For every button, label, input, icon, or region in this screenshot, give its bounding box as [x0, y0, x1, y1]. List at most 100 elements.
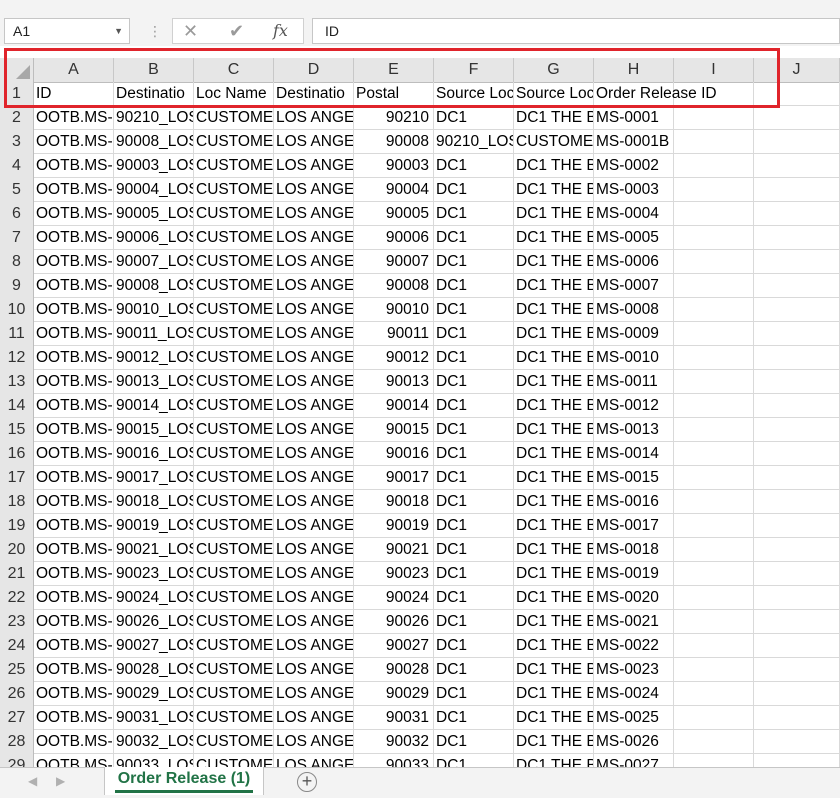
- cell-f23[interactable]: DC1: [434, 610, 514, 634]
- cell-f17[interactable]: DC1: [434, 466, 514, 490]
- cell-h14[interactable]: MS-0012: [594, 394, 674, 418]
- cell-b20[interactable]: 90021_LOS: [114, 538, 194, 562]
- cell-h9[interactable]: MS-0007: [594, 274, 674, 298]
- cell-f28[interactable]: DC1: [434, 730, 514, 754]
- cell-e5[interactable]: 90004: [354, 178, 434, 202]
- cell-h16[interactable]: MS-0014: [594, 442, 674, 466]
- cell-a19[interactable]: OOTB.MS-: [34, 514, 114, 538]
- cell-e26[interactable]: 90029: [354, 682, 434, 706]
- cell-f9[interactable]: DC1: [434, 274, 514, 298]
- cell-i10[interactable]: [674, 298, 754, 322]
- cell-j7[interactable]: [754, 226, 840, 250]
- cell-j27[interactable]: [754, 706, 840, 730]
- cell-b25[interactable]: 90028_LOS: [114, 658, 194, 682]
- check-icon[interactable]: ✔: [229, 21, 244, 41]
- cell-e24[interactable]: 90027: [354, 634, 434, 658]
- cell-e22[interactable]: 90024: [354, 586, 434, 610]
- cell-j3[interactable]: [754, 130, 840, 154]
- cell-d11[interactable]: LOS ANGEL: [274, 322, 354, 346]
- cell-h28[interactable]: MS-0026: [594, 730, 674, 754]
- cell-c8[interactable]: CUSTOME: [194, 250, 274, 274]
- cell-e2[interactable]: 90210: [354, 106, 434, 130]
- cell-a27[interactable]: OOTB.MS-: [34, 706, 114, 730]
- cell-i9[interactable]: [674, 274, 754, 298]
- cell-d9[interactable]: LOS ANGEL: [274, 274, 354, 298]
- sheet-prev-icon[interactable]: ◀: [28, 774, 37, 788]
- cell-i17[interactable]: [674, 466, 754, 490]
- cell-a13[interactable]: OOTB.MS-: [34, 370, 114, 394]
- cell-g11[interactable]: DC1 THE B: [514, 322, 594, 346]
- cell-j17[interactable]: [754, 466, 840, 490]
- row-number[interactable]: 11: [0, 322, 34, 346]
- column-header-c[interactable]: C: [194, 58, 274, 82]
- cell-b8[interactable]: 90007_LOS: [114, 250, 194, 274]
- cell-d22[interactable]: LOS ANGEL: [274, 586, 354, 610]
- cell-i15[interactable]: [674, 418, 754, 442]
- cell-g6[interactable]: DC1 THE B: [514, 202, 594, 226]
- cell-h21[interactable]: MS-0019: [594, 562, 674, 586]
- cell-d7[interactable]: LOS ANGEL: [274, 226, 354, 250]
- cell-g8[interactable]: DC1 THE B: [514, 250, 594, 274]
- row-number[interactable]: 23: [0, 610, 34, 634]
- cell-j21[interactable]: [754, 562, 840, 586]
- cell-g14[interactable]: DC1 THE B: [514, 394, 594, 418]
- cell-i24[interactable]: [674, 634, 754, 658]
- sheet-tab-order-release[interactable]: Order Release (1): [104, 767, 264, 795]
- cell-d2[interactable]: LOS ANGEL: [274, 106, 354, 130]
- cell-d24[interactable]: LOS ANGEL: [274, 634, 354, 658]
- cell-i6[interactable]: [674, 202, 754, 226]
- cell-b28[interactable]: 90032_LOS: [114, 730, 194, 754]
- cell-b9[interactable]: 90008_LOS: [114, 274, 194, 298]
- cell-j13[interactable]: [754, 370, 840, 394]
- cell-e13[interactable]: 90013: [354, 370, 434, 394]
- cell-e20[interactable]: 90021: [354, 538, 434, 562]
- column-header-e[interactable]: E: [354, 58, 434, 82]
- cell-a15[interactable]: OOTB.MS-: [34, 418, 114, 442]
- cell-h10[interactable]: MS-0008: [594, 298, 674, 322]
- cell-f21[interactable]: DC1: [434, 562, 514, 586]
- cell-g19[interactable]: DC1 THE B: [514, 514, 594, 538]
- cell-e16[interactable]: 90016: [354, 442, 434, 466]
- cell-b24[interactable]: 90027_LOS: [114, 634, 194, 658]
- cell-i8[interactable]: [674, 250, 754, 274]
- cell-g20[interactable]: DC1 THE B: [514, 538, 594, 562]
- cell-f4[interactable]: DC1: [434, 154, 514, 178]
- cell-h26[interactable]: MS-0024: [594, 682, 674, 706]
- cell-e18[interactable]: 90018: [354, 490, 434, 514]
- cell-c28[interactable]: CUSTOME: [194, 730, 274, 754]
- cell-f14[interactable]: DC1: [434, 394, 514, 418]
- cell-f5[interactable]: DC1: [434, 178, 514, 202]
- cell-b2[interactable]: 90210_LOS: [114, 106, 194, 130]
- cell-i26[interactable]: [674, 682, 754, 706]
- cell-f10[interactable]: DC1: [434, 298, 514, 322]
- cell-d8[interactable]: LOS ANGEL: [274, 250, 354, 274]
- cell-i18[interactable]: [674, 490, 754, 514]
- cell-d14[interactable]: LOS ANGEL: [274, 394, 354, 418]
- cell-j9[interactable]: [754, 274, 840, 298]
- cell-d13[interactable]: LOS ANGEL: [274, 370, 354, 394]
- cell-e25[interactable]: 90028: [354, 658, 434, 682]
- cell-i11[interactable]: [674, 322, 754, 346]
- cell-a24[interactable]: OOTB.MS-: [34, 634, 114, 658]
- cell-g10[interactable]: DC1 THE B: [514, 298, 594, 322]
- cell-c14[interactable]: CUSTOME: [194, 394, 274, 418]
- cell-g4[interactable]: DC1 THE B: [514, 154, 594, 178]
- row-number[interactable]: 17: [0, 466, 34, 490]
- function-icon[interactable]: fx: [273, 21, 288, 41]
- row-number[interactable]: 20: [0, 538, 34, 562]
- cell-g24[interactable]: DC1 THE B: [514, 634, 594, 658]
- cell-g28[interactable]: DC1 THE B: [514, 730, 594, 754]
- cell-e12[interactable]: 90012: [354, 346, 434, 370]
- cell-j5[interactable]: [754, 178, 840, 202]
- cell-h4[interactable]: MS-0002: [594, 154, 674, 178]
- name-box[interactable]: A1 ▼: [4, 18, 130, 44]
- cell-d3[interactable]: LOS ANGEL: [274, 130, 354, 154]
- cell-f25[interactable]: DC1: [434, 658, 514, 682]
- cell-h6[interactable]: MS-0004: [594, 202, 674, 226]
- cell-i3[interactable]: [674, 130, 754, 154]
- row-number[interactable]: 3: [0, 130, 34, 154]
- row-number[interactable]: 10: [0, 298, 34, 322]
- cell-e4[interactable]: 90003: [354, 154, 434, 178]
- cell-a22[interactable]: OOTB.MS-: [34, 586, 114, 610]
- cell-f7[interactable]: DC1: [434, 226, 514, 250]
